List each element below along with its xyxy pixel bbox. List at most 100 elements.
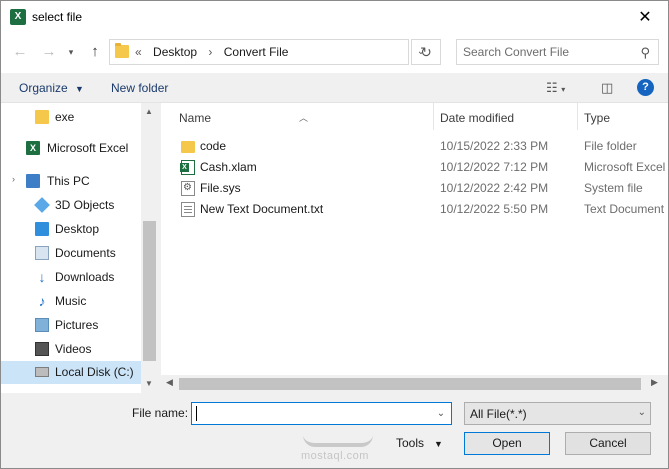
view-options-button[interactable]: ☷ ▾: [546, 80, 565, 96]
navigation-pane-scrollbar[interactable]: ▲ ▼: [141, 103, 158, 393]
excel-file-icon: [180, 160, 195, 175]
up-button[interactable]: ↑: [85, 43, 105, 61]
file-date: 10/15/2022 2:33 PM: [440, 139, 549, 153]
videos-icon: [35, 342, 49, 356]
sidebar-item-this-pc[interactable]: › This PC: [1, 170, 141, 192]
column-header-type[interactable]: Type: [578, 103, 668, 130]
file-row-new-text-document[interactable]: New Text Document.txt 10/12/2022 5:50 PM…: [161, 199, 668, 220]
refresh-button[interactable]: ↻: [411, 39, 441, 65]
open-button[interactable]: Open: [464, 432, 550, 455]
new-folder-button[interactable]: New folder: [111, 81, 168, 95]
help-icon: ?: [642, 81, 649, 93]
scroll-up-icon[interactable]: ▲: [145, 107, 153, 116]
file-name-label: File name:: [132, 406, 189, 420]
expand-arrow-icon[interactable]: ›: [12, 174, 15, 184]
scrollbar-thumb[interactable]: [179, 378, 641, 390]
music-icon: ♪: [38, 293, 46, 309]
excel-icon: X: [10, 9, 26, 25]
preview-pane-button[interactable]: ◫: [601, 80, 613, 96]
back-button[interactable]: ←: [10, 43, 30, 61]
scroll-right-icon[interactable]: ▶: [651, 377, 658, 388]
breadcrumb-convert-file[interactable]: Convert File: [224, 45, 289, 59]
chevron-right-icon: ›: [208, 45, 213, 59]
sidebar-item-music[interactable]: ♪ Music: [1, 290, 141, 312]
file-type-filter[interactable]: All File(*.*) ⌄: [464, 402, 651, 425]
file-name: Cash.xlam: [200, 160, 257, 174]
sidebar-item-pictures[interactable]: Pictures: [1, 314, 141, 336]
desktop-icon: [35, 222, 49, 236]
chevron-down-icon: ▾: [68, 47, 74, 57]
sidebar-item-local-disk[interactable]: Local Disk (C:): [1, 361, 141, 384]
navigation-pane: exe X Microsoft Excel › This PC 3D Objec…: [1, 103, 158, 393]
file-type: Text Document: [584, 202, 665, 216]
organize-button[interactable]: Organize ▼: [19, 81, 84, 95]
file-type: System file: [584, 181, 643, 195]
chevron-down-icon: ▼: [75, 84, 84, 94]
folder-icon: [115, 43, 129, 58]
sidebar-item-microsoft-excel[interactable]: X Microsoft Excel: [1, 137, 141, 159]
file-list-horizontal-scrollbar[interactable]: ◀ ▶: [161, 375, 668, 393]
scroll-left-icon[interactable]: ◀: [166, 377, 173, 388]
search-input[interactable]: [463, 44, 633, 60]
breadcrumb-desktop[interactable]: Desktop: [153, 45, 197, 59]
arrow-up-icon: ↑: [91, 43, 99, 60]
navigation-bar: ← → ▾ ↑ « Desktop › Convert File ⌄ ↻ ⚲: [1, 33, 668, 73]
download-icon: ↓: [38, 269, 46, 285]
file-type: Microsoft Excel: [584, 160, 666, 174]
chevron-down-icon: ▾: [561, 85, 566, 94]
watermark-text: mostaql.com: [301, 450, 369, 462]
refresh-icon: ↻: [420, 44, 432, 60]
cube-icon: [34, 197, 50, 213]
file-name: New Text Document.txt: [200, 202, 324, 216]
cancel-button[interactable]: Cancel: [565, 432, 651, 455]
file-row-cash-xlam[interactable]: Cash.xlam 10/12/2022 7:12 PM Microsoft E…: [161, 157, 668, 178]
command-bar: Organize ▼ New folder ☷ ▾ ◫ ?: [1, 73, 668, 103]
arrow-right-icon: →: [41, 43, 57, 60]
disk-icon: [35, 367, 49, 377]
sidebar-item-exe[interactable]: exe: [1, 106, 141, 128]
pictures-icon: [35, 318, 49, 332]
title-bar: X select file ✕: [1, 1, 668, 33]
file-date: 10/12/2022 2:42 PM: [440, 181, 549, 195]
file-name-dropdown[interactable]: ⌄: [431, 403, 451, 424]
file-row-code[interactable]: code 10/15/2022 2:33 PM File folder: [161, 136, 668, 157]
recent-locations-button[interactable]: ▾: [61, 43, 81, 61]
sidebar-item-videos[interactable]: Videos: [1, 338, 141, 360]
watermark-mark: [303, 425, 373, 447]
column-header-date-modified[interactable]: Date modified: [434, 103, 577, 130]
file-name-input[interactable]: [196, 406, 426, 421]
search-icon[interactable]: ⚲: [640, 45, 650, 61]
breadcrumb: « Desktop › Convert File: [135, 45, 296, 59]
file-row-file-sys[interactable]: File.sys 10/12/2022 2:42 PM System file: [161, 178, 668, 199]
tools-button[interactable]: Tools ▼: [396, 436, 443, 450]
sidebar-item-3d-objects[interactable]: 3D Objects: [1, 194, 141, 216]
scroll-down-icon[interactable]: ▼: [145, 379, 153, 388]
close-button[interactable]: ✕: [622, 1, 668, 33]
folder-icon: [35, 110, 49, 124]
sort-ascending-icon: ︿: [299, 113, 309, 123]
column-header-name[interactable]: Name ︿: [161, 103, 433, 130]
watermark-logo: mostaql.com: [297, 425, 379, 465]
sidebar-item-desktop[interactable]: Desktop: [1, 218, 141, 240]
help-button[interactable]: ?: [637, 79, 654, 96]
text-file-icon: [181, 202, 195, 217]
chevron-down-icon: ⌄: [637, 407, 646, 418]
sidebar-item-downloads[interactable]: ↓ Downloads: [1, 266, 141, 288]
file-name: File.sys: [200, 181, 241, 195]
scrollbar-thumb[interactable]: [143, 221, 156, 361]
tools-label: Tools: [396, 436, 425, 450]
breadcrumb-overflow[interactable]: «: [135, 45, 142, 59]
preview-pane-icon: ◫: [601, 80, 614, 95]
forward-button[interactable]: →: [39, 43, 59, 61]
sidebar-item-documents[interactable]: Documents: [1, 242, 141, 264]
window-title: select file: [32, 10, 83, 24]
triangle-down-icon: ▼: [434, 439, 443, 449]
file-list: Name ︿ Date modified Type code 10/15/202…: [161, 103, 668, 393]
documents-icon: [35, 246, 49, 260]
search-box: ⚲: [456, 39, 659, 65]
organize-label: Organize: [19, 81, 68, 95]
folder-icon: [181, 141, 195, 153]
file-dialog-window: X select file ✕ ← → ▾ ↑ « Desktop › Conv…: [0, 0, 669, 469]
address-bar[interactable]: « Desktop › Convert File ⌄: [109, 39, 425, 65]
file-date: 10/12/2022 5:50 PM: [440, 202, 549, 216]
